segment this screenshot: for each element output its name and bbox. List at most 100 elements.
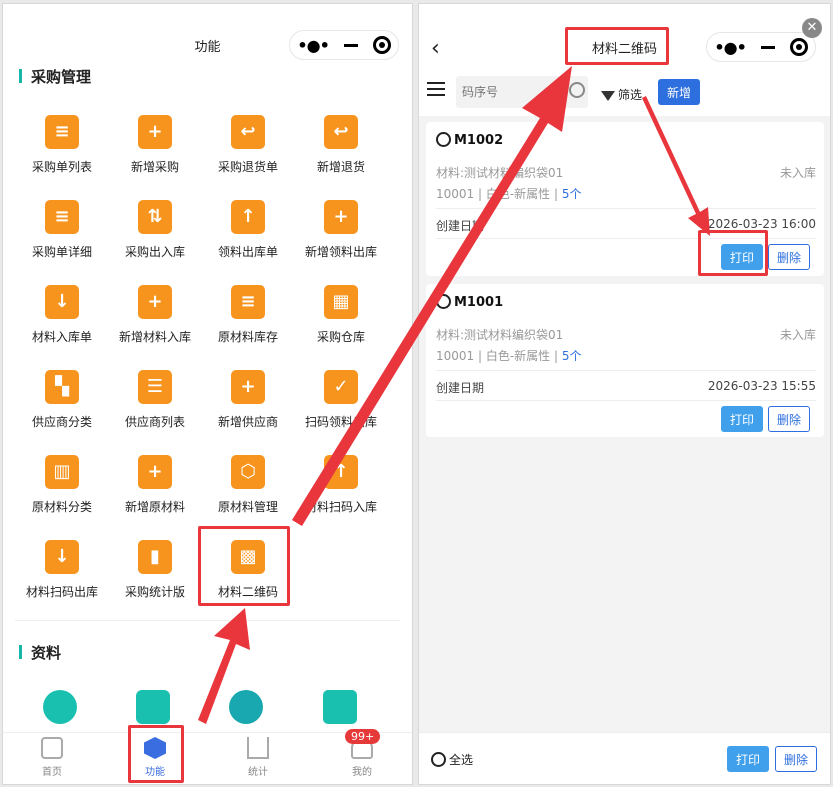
function-item[interactable]: ↓ 材料扫码出库 [12,540,112,620]
function-item[interactable]: ▩ 材料二维码 [198,540,298,620]
delete-button[interactable]: 删除 [768,244,810,270]
function-item[interactable]: ↑ 材料扫码入库 [291,455,391,535]
radio-icon[interactable] [436,294,451,309]
select-all[interactable]: 全选 [431,751,473,768]
card-date-label: 创建日期 [436,381,485,395]
qr-code-icon: ▩ [231,540,265,574]
tab-stats[interactable]: 统计 [228,737,288,778]
icon-glyph: ≡ [54,121,70,142]
icon-glyph: ≡ [54,206,70,227]
function-item[interactable]: ≡ 采购单详细 [12,200,112,280]
right-navbar: ‹ 材料二维码 •●• ✕ [419,4,830,68]
print-button[interactable]: 打印 [721,244,763,270]
function-item-label: 采购出入库 [124,245,185,259]
close-target-icon[interactable] [789,38,808,56]
left-navbar: 功能 •●• [3,4,412,66]
function-item[interactable]: ↑ 领料出库单 [198,200,298,280]
close-target-icon[interactable] [372,36,391,54]
close-icon[interactable]: ✕ [802,18,822,38]
more-dots-icon[interactable]: •●• [714,38,746,57]
section-title-purchase: 采购管理 [18,68,92,86]
card-status: 未入库 [779,328,816,342]
minimize-icon[interactable] [760,45,775,49]
tab-home[interactable]: 首页 [22,737,82,778]
function-item-label: 原材料管理 [217,500,278,514]
function-item[interactable]: ⇅ 采购出入库 [105,200,205,280]
function-item-label: 新增采购 [130,160,179,174]
mini-program-capsule[interactable]: •●• [289,30,399,60]
icon-glyph: ✓ [333,376,349,397]
function-item[interactable]: + 新增领料出库 [291,200,391,280]
filter-bar: 筛选 新增 [419,68,830,116]
function-item[interactable]: + 新增供应商 [198,370,298,450]
function-item[interactable]: ▮ 采购统计版 [105,540,205,620]
function-item-label: 新增领料出库 [304,245,377,259]
resource-truck[interactable] [30,690,90,724]
function-item-label: 供应商列表 [124,415,185,429]
minimize-icon[interactable] [343,43,358,47]
filter-button[interactable]: 筛选 [601,86,642,103]
in-out-icon: ⇅ [138,200,172,234]
card-code[interactable]: M1002 [436,132,503,148]
icon-glyph: ↑ [240,206,256,227]
icon-glyph: ↑ [333,461,349,482]
icon-glyph: + [333,206,349,227]
function-item[interactable]: ≡ 原材料库存 [198,285,298,365]
function-item[interactable]: + 新增原材料 [105,455,205,535]
function-item[interactable]: + 新增材料入库 [105,285,205,365]
search-icon[interactable] [569,82,585,98]
cube-icon [144,737,166,759]
card-meta: 10001 | 白色-新属性 | 5个 [436,349,582,363]
function-item[interactable]: ≡ 采购单列表 [12,115,112,195]
card-code[interactable]: M1001 [436,294,503,310]
supplier-list-icon: ☰ [138,370,172,404]
function-item[interactable]: ↩ 新增退货 [291,115,391,195]
search-input[interactable] [456,76,588,108]
qrcode-card[interactable]: M1002 材料:测试材料编织袋01 未入库 10001 | 白色-新属性 | … [426,122,824,276]
radio-icon[interactable] [431,752,446,767]
add-button[interactable]: 新增 [658,79,700,105]
bottom-action-bar: 全选 打印 删除 [419,732,830,784]
icon-glyph: ☰ [146,376,164,397]
qrcode-card[interactable]: M1001 材料:测试材料编织袋01 未入库 10001 | 白色-新属性 | … [426,284,824,437]
resource-add-user[interactable] [216,690,276,724]
card-divider [436,238,816,239]
delete-all-button[interactable]: 删除 [775,746,817,772]
return-box-icon: ↩ [324,115,358,149]
menu-icon[interactable] [427,82,445,100]
function-page: 功能 •●• 采购管理 ≡ 采购单列表 + 新增采购 ↩ 采购退货单 ↩ 新增退货 ≡ 采购单详细… [2,3,413,785]
function-item-label: 采购单列表 [31,160,92,174]
function-item-label: 采购仓库 [316,330,365,344]
print-button[interactable]: 打印 [721,406,763,432]
function-item[interactable]: ⬡ 原材料管理 [198,455,298,535]
function-item[interactable]: ☰ 供应商列表 [105,370,205,450]
radio-icon[interactable] [436,132,451,147]
cart-add-icon: + [138,115,172,149]
function-item-label: 供应商分类 [31,415,92,429]
function-item[interactable]: ▦ 采购仓库 [291,285,391,365]
card-date-label: 创建日期 [436,219,485,233]
function-item-label: 材料扫码出库 [25,585,98,599]
function-item[interactable]: ↩ 采购退货单 [198,115,298,195]
function-item-label: 新增供应商 [217,415,278,429]
card-divider [436,208,816,209]
icon-glyph: ▩ [239,546,257,567]
delete-button[interactable]: 删除 [768,406,810,432]
print-all-button[interactable]: 打印 [727,746,769,772]
function-item-label: 新增退货 [316,160,365,174]
function-item[interactable]: ↓ 材料入库单 [12,285,112,365]
resource-list[interactable] [123,690,183,724]
function-item[interactable]: ▚ 供应商分类 [12,370,112,450]
function-item[interactable]: ✓ 扫码领料出库 [291,370,391,450]
tab-function[interactable]: 功能 [125,737,185,778]
resource-clipboard-user[interactable] [310,690,370,724]
more-dots-icon[interactable]: •●• [297,36,329,55]
mini-program-capsule[interactable]: •●• [706,32,816,62]
function-item-label: 采购单详细 [31,245,92,259]
list-icon [136,690,170,724]
stats-icon [247,737,269,759]
function-item[interactable]: + 新增采购 [105,115,205,195]
add-user-icon [229,690,263,724]
function-item[interactable]: ▥ 原材料分类 [12,455,112,535]
icon-glyph: ▦ [332,291,350,312]
